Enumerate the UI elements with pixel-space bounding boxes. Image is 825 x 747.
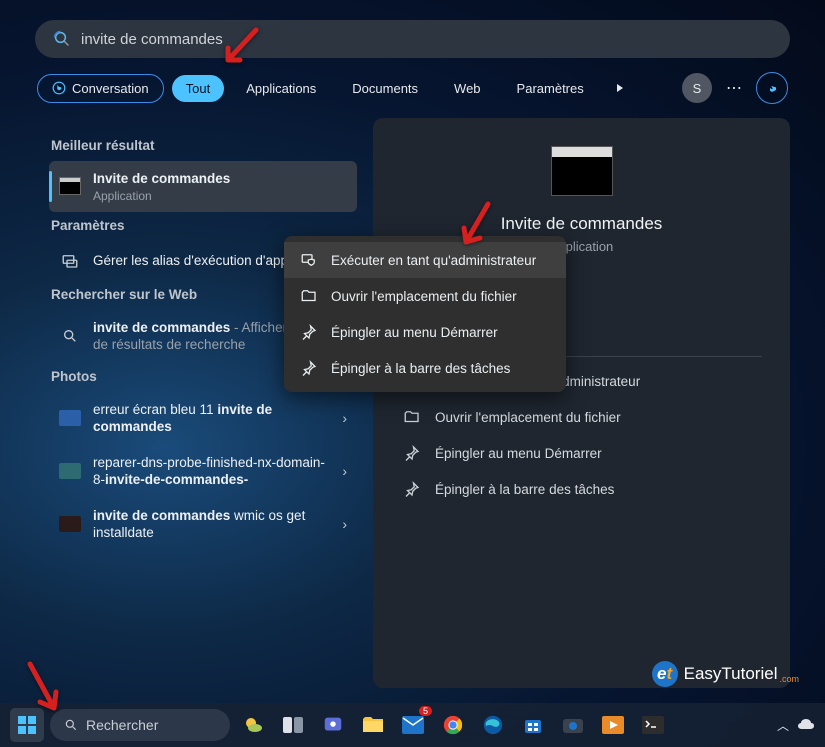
result-photo-1[interactable]: erreur écran bleu 11 invite de commandes… [49,392,357,445]
overflow-menu-icon[interactable]: ⋯ [720,74,748,102]
edge-icon [482,714,504,736]
start-button[interactable] [10,708,44,742]
preview-title: Invite de commandes [401,214,762,234]
chip-label: Tout [186,81,211,96]
preview-panel: Invite de commandes Application Ouvrir E… [373,118,790,688]
taskbar-taskview[interactable] [276,708,310,742]
section-settings: Paramètres [51,218,357,233]
taskbar-camera[interactable] [556,708,590,742]
taskbar-terminal[interactable] [636,708,670,742]
ctx-label: Épingler à la barre des tâches [331,361,510,376]
taskbar-search-placeholder: Rechercher [86,717,158,733]
preview-action-pin-taskbar[interactable]: Épingler à la barre des tâches [401,471,762,507]
chevron-right-icon: › [342,410,347,426]
chevron-right-icon: › [342,516,347,532]
taskbar-explorer[interactable] [356,708,390,742]
pin-icon [300,323,318,341]
taskbar-chrome[interactable] [436,708,470,742]
ctx-label: Exécuter en tant qu'administrateur [331,253,536,268]
avatar-letter: S [693,81,702,96]
ctx-label: Épingler au menu Démarrer [331,325,498,340]
teams-chat-icon [322,714,344,736]
pin-icon [403,444,421,462]
badge: 5 [419,706,432,716]
tray-chevron-icon[interactable]: ︿ [777,717,789,734]
chip-apps[interactable]: Applications [232,75,330,102]
store-icon [523,715,543,735]
ctx-pin-taskbar[interactable]: Épingler à la barre des tâches [284,350,566,386]
ctx-run-as-admin[interactable]: Exécuter en tant qu'administrateur [284,242,566,278]
search-icon [64,718,78,732]
admin-shield-icon [300,251,318,269]
chip-settings[interactable]: Paramètres [503,75,598,102]
results-column: Meilleur résultat Invite de commandes Ap… [35,118,357,688]
folder-icon [403,408,421,426]
chip-label: Web [454,81,481,96]
settings-alias-icon [59,250,81,272]
filter-more-icon[interactable] [606,74,634,102]
weather-icon [241,713,265,737]
camera-icon [562,716,584,734]
system-tray[interactable]: ︿ [777,717,815,734]
bing-logo[interactable] [756,72,788,104]
search-icon [59,325,81,347]
pin-icon [300,359,318,377]
folder-icon [362,716,384,734]
taskbar-widget[interactable] [236,708,270,742]
ctx-open-location[interactable]: Ouvrir l'emplacement du fichier [284,278,566,314]
taskbar-mail[interactable]: 5 [396,708,430,742]
taskbar: Rechercher 5 ︿ [0,703,825,747]
preview-action-location[interactable]: Ouvrir l'emplacement du fichier [401,399,762,435]
watermark: et EasyTutoriel .com [652,661,799,687]
chip-documents[interactable]: Documents [338,75,432,102]
chip-label: Paramètres [517,81,584,96]
watermark-text: EasyTutoriel [684,664,778,684]
ctx-label: Ouvrir l'emplacement du fichier [331,289,517,304]
watermark-logo-icon: et [652,661,678,687]
search-icon [53,30,71,48]
chip-web[interactable]: Web [440,75,495,102]
mail-icon [402,716,424,734]
terminal-icon [642,716,664,734]
search-bar[interactable] [35,20,790,58]
taskbar-edge[interactable] [476,708,510,742]
pin-icon [403,480,421,498]
chip-label: Conversation [72,81,149,96]
result-title: Invite de commandes [93,171,230,186]
windows-logo-icon [17,715,37,735]
photo-thumb-icon [59,516,81,532]
search-input[interactable] [81,31,772,48]
result-photo-2[interactable]: reparer-dns-probe-finished-nx-domain-8-i… [49,445,357,498]
photo-thumb-icon [59,410,81,426]
chip-all[interactable]: Tout [172,75,225,102]
chip-conversation[interactable]: Conversation [37,74,164,103]
taskbar-chat[interactable] [316,708,350,742]
result-subtitle: Application [93,189,347,203]
result-cmd[interactable]: Invite de commandes Application [49,161,357,212]
chevron-right-icon: › [342,463,347,479]
preview-app-icon [551,146,613,196]
taskbar-search[interactable]: Rechercher [50,709,230,741]
result-photo-3[interactable]: invite de commandes wmic os get installd… [49,498,357,551]
chip-label: Applications [246,81,316,96]
taskview-icon [282,716,304,734]
preview-action-pin-start[interactable]: Épingler au menu Démarrer [401,435,762,471]
folder-icon [300,287,318,305]
filter-row: Conversation Tout Applications Documents… [35,72,790,104]
chip-label: Documents [352,81,418,96]
taskbar-store[interactable] [516,708,550,742]
photo-thumb-icon [59,463,81,479]
video-icon [602,716,624,734]
ctx-pin-start[interactable]: Épingler au menu Démarrer [284,314,566,350]
chrome-icon [442,714,464,736]
watermark-dotcom: .com [779,674,799,684]
cloud-icon[interactable] [797,718,815,732]
taskbar-video[interactable] [596,708,630,742]
bing-chat-icon [52,81,66,95]
section-best-result: Meilleur résultat [51,138,357,153]
user-avatar[interactable]: S [682,73,712,103]
context-menu: Exécuter en tant qu'administrateur Ouvri… [284,236,566,392]
cmd-icon [59,177,81,195]
